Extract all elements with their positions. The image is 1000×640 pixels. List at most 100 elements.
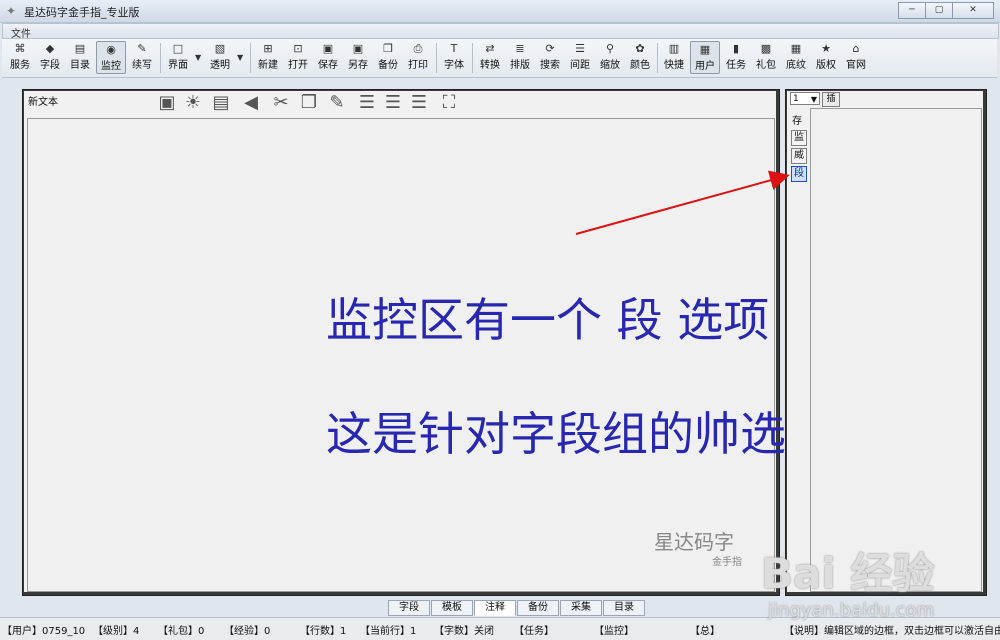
new-file-icon: ⊞ xyxy=(263,42,273,55)
tab-field[interactable]: 字段 xyxy=(388,600,430,616)
app-watermark-subtitle: 金手指 xyxy=(712,557,742,568)
align-left-icon[interactable]: ☰ xyxy=(356,92,378,114)
fullscreen-icon[interactable]: ⛶ xyxy=(438,92,460,114)
bulb-icon[interactable]: ☀ xyxy=(182,92,204,114)
insert-button[interactable]: 插 xyxy=(822,92,840,107)
texture-icon: ▦ xyxy=(790,42,802,55)
align-center-icon[interactable]: ☰ xyxy=(382,92,404,114)
store-label: 存 xyxy=(792,116,802,127)
toolbar-button-print[interactable]: ⎙ 打印 xyxy=(404,41,432,74)
star-icon: ★ xyxy=(821,42,831,55)
toolbar-button-save-as[interactable]: ▣ 另存 xyxy=(344,41,372,74)
app-logo-icon: ✦ xyxy=(6,4,17,18)
tab-backup[interactable]: 备份 xyxy=(517,600,559,616)
toolbar-button-texture[interactable]: ▦ 底纹 xyxy=(782,41,810,74)
toolbar-button-font[interactable]: T 字体 xyxy=(440,41,468,74)
toolbar-button-open[interactable]: ⊡ 打开 xyxy=(284,41,312,74)
toolbar-button-directory[interactable]: ▤ 目录 xyxy=(66,41,94,74)
layout-icon: ≣ xyxy=(515,42,525,55)
power-filter-button[interactable]: 威 xyxy=(791,148,807,164)
toolbar-button-task[interactable]: ▮ 任务 xyxy=(722,41,750,74)
minimize-icon[interactable]: ─ xyxy=(898,2,926,19)
toolbar-button-zoom[interactable]: ⚲ 缩放 xyxy=(596,41,624,74)
monitor-list[interactable] xyxy=(810,108,982,592)
toolbar-button-interface[interactable]: □ 界面 xyxy=(164,41,192,74)
toolbar-button-user[interactable]: ▦ 用户 xyxy=(690,41,720,74)
baidu-watermark-url: jingyan.baidu.com xyxy=(768,600,935,621)
menu-file[interactable]: 文件 xyxy=(11,25,31,40)
toolbar-button-convert[interactable]: ⇄ 转换 xyxy=(476,41,504,74)
save-icon[interactable]: ▣ xyxy=(156,92,178,114)
status-total: 【总】 xyxy=(690,626,720,637)
group-select[interactable]: 1 ▼ xyxy=(790,92,820,105)
open-icon: ⊡ xyxy=(293,42,303,55)
status-task: 【任务】 xyxy=(514,626,554,637)
font-icon: T xyxy=(450,42,458,55)
toolbar-button-monitor[interactable]: ◉ 监控 xyxy=(96,41,126,74)
app-watermark-logo: 星达码字 xyxy=(654,530,734,554)
close-icon[interactable]: ✕ xyxy=(952,2,994,19)
tab-template[interactable]: 模板 xyxy=(431,600,473,616)
toolbar-button-layout[interactable]: ≣ 排版 xyxy=(506,41,534,74)
toolbar-button-copyright[interactable]: ★ 版权 xyxy=(812,41,840,74)
tab-notes[interactable]: 注释 xyxy=(474,600,516,616)
annotation-line-1: 监控区有一个 段 选项 xyxy=(326,293,770,347)
search-icon: ⟳ xyxy=(545,42,555,55)
chevron-down-icon[interactable]: ▼ xyxy=(237,53,243,62)
menu-bar: 文件 xyxy=(2,23,999,40)
text-editor[interactable] xyxy=(27,118,775,592)
maximize-icon[interactable]: ▢ xyxy=(925,2,953,19)
chevron-down-icon[interactable]: ▼ xyxy=(195,53,201,62)
toolbar-button-new[interactable]: ⊞ 新建 xyxy=(254,41,282,74)
gift-icon: ▩ xyxy=(760,42,772,55)
save-as-icon: ▣ xyxy=(352,42,364,55)
bottom-tabs: 字段 模板 注释 备份 采集 目录 xyxy=(388,600,645,616)
edit-icon[interactable]: ✎ xyxy=(326,92,348,114)
toolbar-button-save[interactable]: ▣ 保存 xyxy=(314,41,342,74)
window-controls: ─ ▢ ✕ xyxy=(898,2,994,19)
toolbar-button-search[interactable]: ⟳ 搜索 xyxy=(536,41,564,74)
tab-collect[interactable]: 采集 xyxy=(560,600,602,616)
spacing-icon: ☰ xyxy=(575,42,585,55)
toolbar-button-transparent[interactable]: ▧ 透明 xyxy=(206,41,234,74)
monitor-filter-button[interactable]: 监 xyxy=(791,130,807,146)
toolbar-button-spacing[interactable]: ☰ 间距 xyxy=(566,41,594,74)
monitor-icon: ◉ xyxy=(106,43,116,56)
save-icon: ▣ xyxy=(322,42,334,55)
image-icon: ▧ xyxy=(214,42,226,55)
rss-icon: ⌘ xyxy=(14,42,26,55)
toolbar-button-website[interactable]: ⌂ 官网 xyxy=(842,41,870,74)
toolbar-button-field[interactable]: ◆ 字段 xyxy=(36,41,64,74)
toolbar-separator xyxy=(250,43,251,73)
toolbar-button-shortcut[interactable]: ▥ 快捷 xyxy=(660,41,688,74)
toolbar-button-gift[interactable]: ▩ 礼包 xyxy=(752,41,780,74)
window-icon: □ xyxy=(172,42,184,55)
document-icon[interactable]: ▤ xyxy=(210,92,232,114)
diamond-icon: ◆ xyxy=(45,42,55,55)
toolbar-button-color[interactable]: ✿ 颜色 xyxy=(626,41,654,74)
tab-directory[interactable]: 目录 xyxy=(603,600,645,616)
status-lines: 【行数】1 xyxy=(300,626,347,637)
group-select-value: 1 xyxy=(793,94,799,104)
status-current-line: 【当前行】1 xyxy=(360,626,417,637)
color-icon: ✿ xyxy=(635,42,645,55)
toolbar-button-backup[interactable]: ❐ 备份 xyxy=(374,41,402,74)
zoom-icon: ⚲ xyxy=(605,42,615,55)
user-icon: ▦ xyxy=(699,43,711,56)
toolbar-button-service[interactable]: ⌘ 服务 xyxy=(6,41,34,74)
status-user: 【用户】0759_10 xyxy=(2,626,86,637)
status-level: 【级别】4 xyxy=(93,626,140,637)
backup-icon: ❐ xyxy=(383,42,393,55)
toolbar-separator xyxy=(472,43,473,73)
segment-filter-button[interactable]: 段 xyxy=(791,166,807,182)
pen-icon: ✎ xyxy=(137,42,147,55)
baidu-watermark-logo: Bai 经验 xyxy=(761,549,935,598)
back-icon[interactable]: ◀ xyxy=(240,92,262,114)
align-right-icon[interactable]: ☰ xyxy=(408,92,430,114)
toolbar: ⌘ 服务 ◆ 字段 ▤ 目录 ◉ 监控 ✎ 续写 □ 界面 ▼ ▧ 透明 ▼ ⊞… xyxy=(2,39,997,78)
chevron-down-icon: ▼ xyxy=(810,95,817,104)
copy-icon[interactable]: ❐ xyxy=(298,92,320,114)
cut-icon[interactable]: ✂ xyxy=(270,92,292,114)
toolbar-separator xyxy=(436,43,437,73)
toolbar-button-continue[interactable]: ✎ 续写 xyxy=(128,41,156,74)
